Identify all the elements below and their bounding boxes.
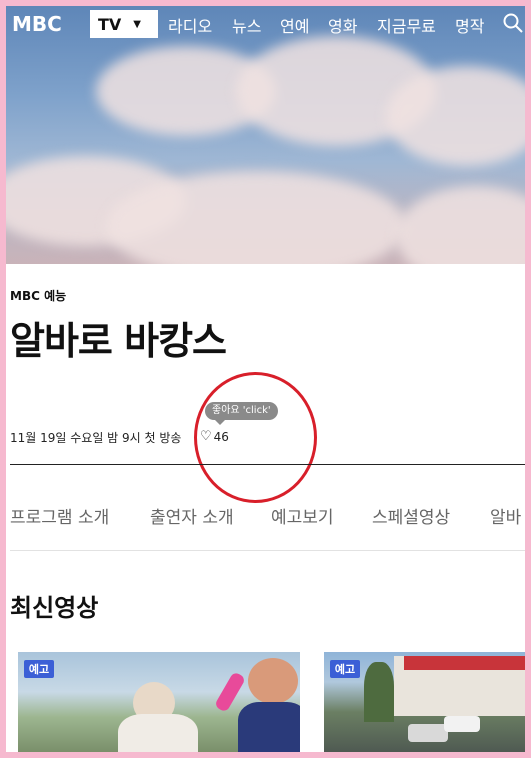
thumbnail-roof xyxy=(404,656,525,670)
thumbnail-figure xyxy=(248,658,298,704)
tab-cast-intro[interactable]: 출연자 소개 xyxy=(150,503,234,528)
search-icon[interactable] xyxy=(502,12,524,34)
broadcast-info: 11월 19일 수요일 밤 9시 첫 방송 xyxy=(10,431,182,445)
thumbnail-figure xyxy=(213,671,247,713)
divider xyxy=(10,464,525,465)
tab-special-video[interactable]: 스페셜영상 xyxy=(372,503,450,528)
video-thumbnail[interactable]: 예고 xyxy=(324,652,525,752)
thumbnail-car xyxy=(408,724,448,742)
channel-select[interactable]: TV ▼ xyxy=(90,10,158,38)
tab-alba[interactable]: 알바 xyxy=(490,503,521,528)
divider xyxy=(10,550,525,551)
preview-badge: 예고 xyxy=(330,660,360,678)
preview-badge: 예고 xyxy=(24,660,54,678)
nav-item-classics[interactable]: 명작 xyxy=(455,13,484,37)
chevron-down-icon: ▼ xyxy=(133,18,141,30)
section-title-latest: 최신영상 xyxy=(10,594,99,622)
page-frame: MBC TV ▼ 라디오 뉴스 연예 영화 지금무료 명작 MBC 예능 알바로… xyxy=(6,6,525,752)
program-title: 알바로 바캉스 xyxy=(10,319,227,363)
thumbnail-figure xyxy=(238,702,300,752)
annotation-circle xyxy=(194,372,317,503)
thumbnail-car xyxy=(444,716,480,732)
nav-item-movie[interactable]: 영화 xyxy=(328,13,357,37)
nav-item-free-now[interactable]: 지금무료 xyxy=(377,13,436,37)
nav-item-entertainment[interactable]: 연예 xyxy=(280,13,309,37)
hero-image: MBC TV ▼ 라디오 뉴스 연예 영화 지금무료 명작 xyxy=(6,6,525,264)
mbc-logo[interactable]: MBC xyxy=(12,12,62,36)
top-nav: MBC TV ▼ 라디오 뉴스 연예 영화 지금무료 명작 xyxy=(6,6,525,40)
nav-item-radio[interactable]: 라디오 xyxy=(168,13,212,37)
video-thumbnail[interactable]: 예고 xyxy=(18,652,300,752)
thumbnail-tree xyxy=(364,662,394,722)
nav-item-news[interactable]: 뉴스 xyxy=(232,13,261,37)
channel-select-value: TV xyxy=(98,14,122,34)
thumbnail-figure xyxy=(118,714,198,752)
tab-program-intro[interactable]: 프로그램 소개 xyxy=(10,503,109,528)
program-category: MBC 예능 xyxy=(10,289,67,303)
tab-preview[interactable]: 예고보기 xyxy=(271,503,334,528)
